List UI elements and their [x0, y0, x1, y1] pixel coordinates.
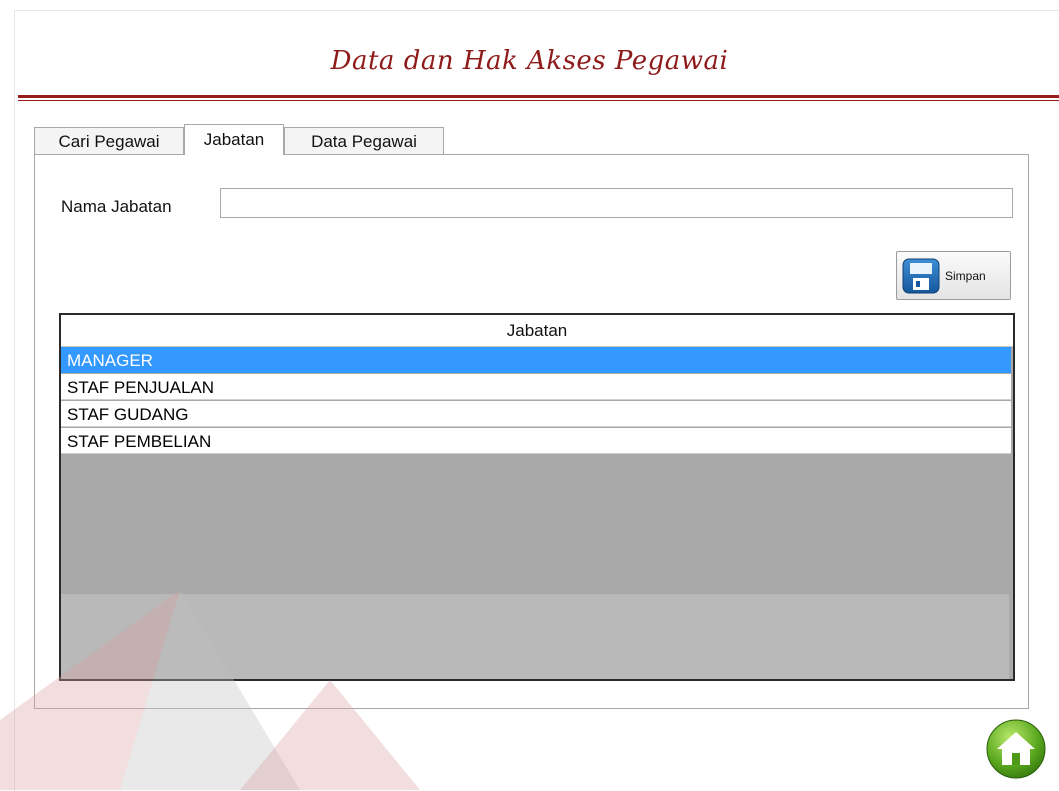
tab-cari-pegawai[interactable]: Cari Pegawai — [34, 127, 184, 154]
tab-jabatan[interactable]: Jabatan — [184, 124, 284, 155]
table-empty-area — [61, 594, 1009, 679]
nama-jabatan-input[interactable] — [220, 188, 1013, 218]
page-title: Data dan Hak Akses Pegawai — [330, 46, 729, 76]
tab-data-pegawai[interactable]: Data Pegawai — [284, 127, 444, 154]
table-row[interactable]: STAF GUDANG — [61, 401, 1011, 427]
table-row[interactable]: MANAGER — [61, 347, 1011, 373]
jabatan-table: Jabatan MANAGER STAF PENJUALAN STAF GUDA… — [59, 313, 1015, 681]
table-row[interactable]: STAF PENJUALAN — [61, 374, 1011, 400]
column-header-jabatan[interactable]: Jabatan — [61, 315, 1013, 347]
table-row[interactable]: STAF PEMBELIAN — [61, 428, 1011, 454]
nama-jabatan-label: Nama Jabatan — [61, 197, 172, 216]
title-divider — [18, 95, 1059, 98]
title-divider-thin — [18, 100, 1059, 101]
simpan-label: Simpan — [945, 269, 986, 283]
floppy-disk-icon — [902, 258, 940, 294]
simpan-button[interactable]: Simpan — [896, 251, 1011, 300]
home-icon[interactable] — [985, 718, 1047, 780]
